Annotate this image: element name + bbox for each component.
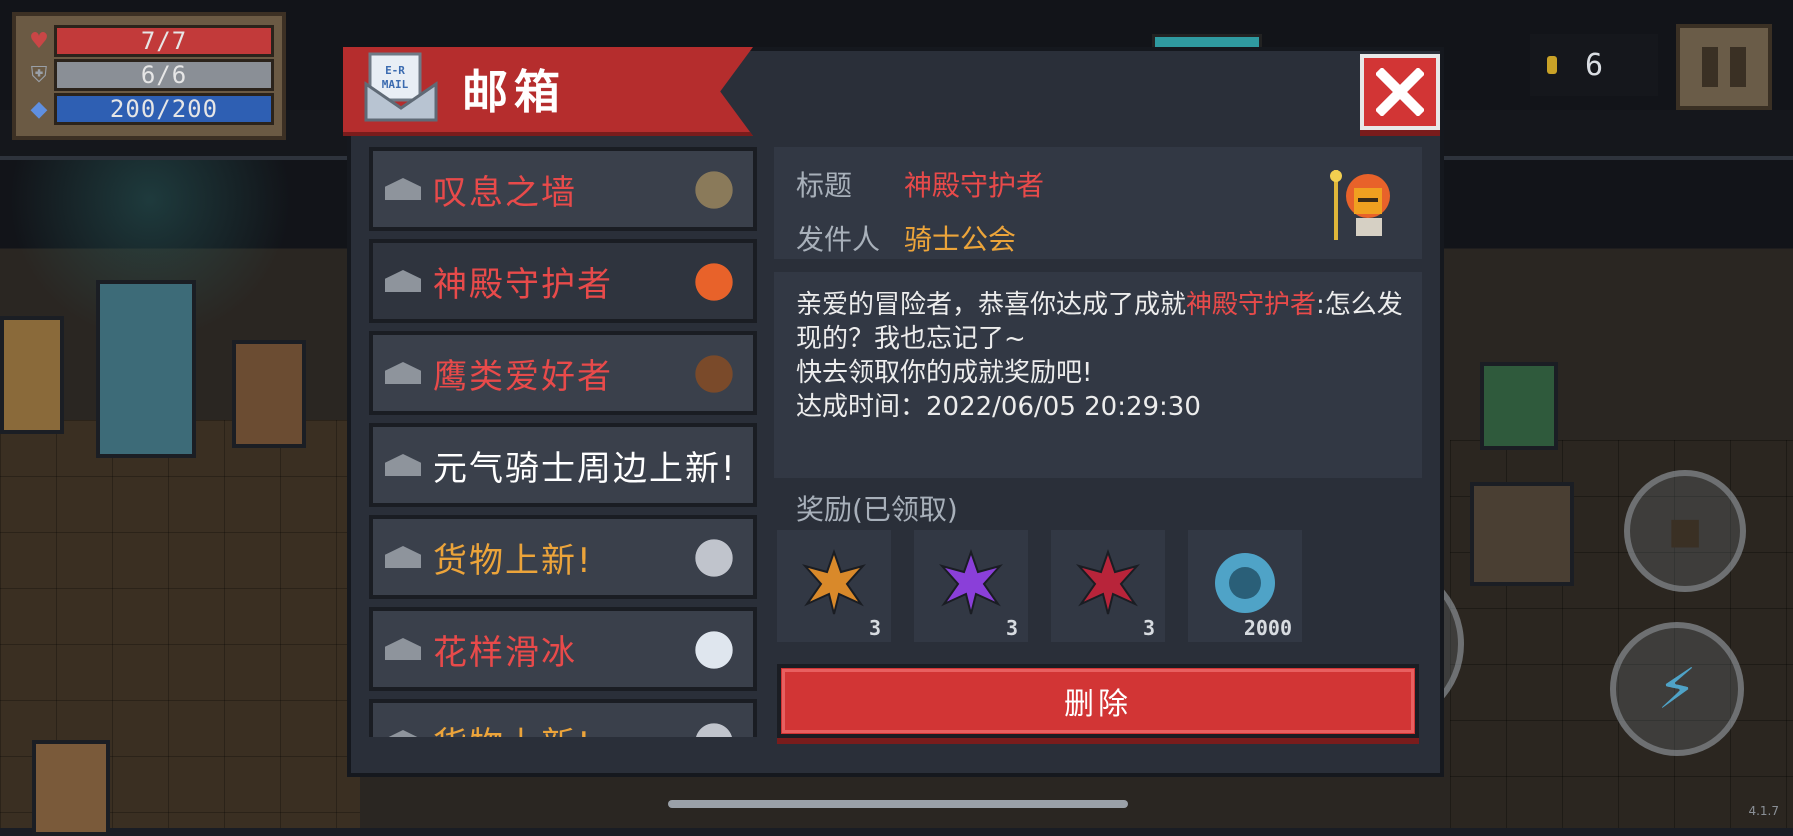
close-icon (1376, 68, 1424, 116)
mail-item[interactable]: 花样滑冰 (369, 607, 757, 691)
home-indicator[interactable] (668, 800, 1128, 808)
reward-count: 3 (1142, 616, 1155, 640)
cat-merchant-icon (685, 713, 743, 737)
mail-item[interactable]: 神殿守护者 (369, 239, 757, 323)
delete-button[interactable]: 删除 (777, 664, 1419, 738)
mail-icon: E-R MAIL (364, 50, 438, 122)
svg-text:MAIL: MAIL (382, 78, 409, 91)
version-label: 4.1.7 (1748, 804, 1779, 818)
mail-item[interactable]: 鹰类爱好者 (369, 331, 757, 415)
mail-item-label: 货物上新! (433, 540, 593, 581)
envelope-icon (385, 730, 421, 737)
envelope-icon (385, 546, 421, 568)
title-value: 神殿守护者 (904, 169, 1045, 202)
envelope-icon (385, 178, 421, 200)
reward-item[interactable]: 3 (1051, 530, 1165, 642)
diamond-icon: ◆ (30, 96, 48, 122)
reward-count: 2000 (1243, 616, 1292, 640)
reward-label: 奖励(已领取) (796, 493, 958, 526)
sender-label: 发件人 (796, 223, 881, 256)
mail-item-label: 鹰类爱好者 (433, 356, 613, 397)
body-part1: 亲爱的冒险者，恭喜你达成了成就 (796, 290, 1187, 320)
npc-clerk (1470, 482, 1574, 586)
hp-bar: 7/7 (54, 25, 274, 57)
envelope-icon (385, 638, 421, 660)
green-machine (1480, 362, 1558, 450)
temple-guardian-icon (1330, 166, 1402, 244)
cat-merchant-icon (685, 529, 743, 587)
blue-gem-icon (1215, 553, 1275, 613)
mail-item[interactable]: 货物上新! (369, 699, 757, 737)
heart-icon: ♥ (29, 28, 49, 54)
gun-icon: ■ (1667, 510, 1702, 552)
coin-count: 6 (1585, 47, 1604, 83)
armor-bar: 6/6 (54, 59, 274, 91)
title-label: 标题 (796, 169, 853, 202)
purple-leaf-icon (939, 548, 1003, 615)
mail-item-label: 元气骑士周边上新! (433, 448, 737, 489)
temple-guardian-icon (685, 253, 743, 311)
close-button[interactable] (1360, 54, 1440, 130)
orange-leaf-icon (802, 548, 866, 615)
mail-body: 亲爱的冒险者，恭喜你达成了成就神殿守护者:怎么发现的？我也忘记了~ 快去领取你的… (796, 288, 1406, 424)
body-line4: 达成时间：2022/06/05 20:29:30 (796, 392, 1201, 422)
sender-value: 骑士公会 (904, 223, 1017, 256)
statue-prop (0, 316, 64, 434)
envelope-icon (385, 270, 421, 292)
reward-item[interactable]: 3 (777, 530, 891, 642)
body-line3: 快去领取你的成就奖励吧! (796, 358, 1093, 388)
mail-item-label: 叹息之墙 (433, 172, 577, 213)
skater-icon (685, 621, 743, 679)
pause-icon (1702, 47, 1718, 87)
mail-item[interactable]: 叹息之墙 (369, 147, 757, 231)
reward-item[interactable]: 2000 (1188, 530, 1302, 642)
wall-icon (685, 161, 743, 219)
mail-item[interactable]: 元气骑士周边上新! (369, 423, 757, 507)
coin-icon (1547, 56, 1557, 74)
pause-icon-bar (1730, 47, 1746, 87)
reward-item[interactable]: 3 (914, 530, 1028, 642)
lightning-button[interactable]: ⚡ (1610, 622, 1744, 756)
energy-bar: 200/200 (54, 93, 274, 125)
mail-item-label: 神殿守护者 (433, 264, 613, 305)
red-leaf-icon (1076, 548, 1140, 615)
body-highlight: 神殿守护者 (1186, 290, 1317, 320)
lightning-icon: ⚡ (1657, 656, 1697, 722)
eagle-icon (685, 345, 743, 403)
reward-count: 3 (868, 616, 881, 640)
dialog-title: 邮箱 (462, 65, 566, 119)
vending-machine (96, 280, 196, 458)
mail-item-label: 货物上新! (433, 717, 593, 738)
weapon-swap-button[interactable]: ■ (1624, 470, 1746, 592)
mail-item[interactable]: 货物上新! (369, 515, 757, 599)
mail-item-label: 花样滑冰 (433, 632, 577, 673)
shield-icon: ⛨ (30, 62, 48, 88)
coin-counter: 6 (1530, 34, 1658, 96)
mail-list[interactable]: 叹息之墙神殿守护者鹰类爱好者元气骑士周边上新!货物上新!花样滑冰货物上新! (369, 147, 757, 737)
pause-button[interactable] (1676, 24, 1772, 110)
envelope-icon (385, 362, 421, 384)
pet-bear (32, 740, 110, 836)
svg-text:E-R: E-R (385, 64, 405, 77)
player-stats-panel: ♥ 7/7 ⛨ 6/6 ◆ 200/200 (12, 12, 286, 140)
reward-count: 3 (1005, 616, 1018, 640)
envelope-icon (385, 454, 421, 476)
wooden-cabinet (232, 340, 306, 448)
